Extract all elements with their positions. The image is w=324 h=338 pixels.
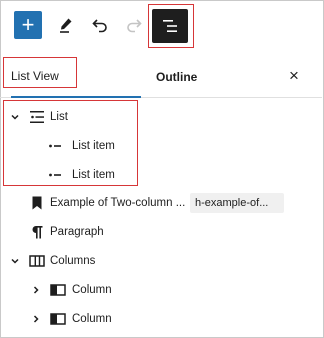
tree-row-paragraph[interactable]: Paragraph — [0, 218, 322, 246]
chevron-down-icon[interactable] — [8, 254, 22, 268]
tree-row-list-item[interactable]: List item — [0, 132, 322, 160]
chevron-right-icon[interactable] — [29, 312, 43, 326]
tree-row-column[interactable]: Column — [0, 276, 322, 304]
redo-icon — [127, 19, 142, 33]
redo-button[interactable] — [122, 13, 146, 37]
chevron-down-icon[interactable] — [8, 110, 22, 124]
list-icon — [27, 107, 47, 127]
anchor-badge: h-example-of... — [190, 193, 284, 213]
tree-row-label: List item — [72, 140, 115, 152]
tree-row-label: Column — [72, 313, 112, 325]
undo-button[interactable] — [88, 13, 112, 37]
tree-row-columns[interactable]: Columns — [0, 247, 322, 275]
close-button[interactable]: × — [284, 66, 304, 86]
tree-row-column[interactable]: Column — [0, 305, 322, 333]
anchor-badge-text: h-example-of... — [195, 197, 269, 209]
tab-outline-label: Outline — [156, 70, 198, 84]
column-icon — [48, 309, 68, 329]
close-icon: × — [289, 66, 299, 85]
list-view-icon — [163, 20, 177, 32]
tab-outline[interactable]: Outline — [156, 56, 197, 98]
add-block-button[interactable]: + — [14, 11, 42, 39]
tree-row-label: List — [50, 111, 68, 123]
list-item-icon — [45, 165, 65, 185]
list-view-button[interactable] — [152, 9, 188, 43]
tree-row-label: Paragraph — [50, 226, 104, 238]
tree-row-list[interactable]: List — [0, 103, 322, 131]
column-icon — [48, 280, 68, 300]
list-item-icon — [45, 136, 65, 156]
tree-row-label: Example of Two-column ... — [50, 197, 186, 209]
tab-list-view-highlight — [3, 57, 77, 88]
pilcrow-icon — [27, 222, 47, 242]
tree-row-label: Columns — [50, 255, 96, 267]
tree-row-label: List item — [72, 169, 115, 181]
chevron-right-icon[interactable] — [29, 283, 43, 297]
pencil-icon — [60, 18, 72, 33]
undo-icon — [92, 19, 107, 33]
tree-row-label: Column — [72, 284, 112, 296]
plus-icon: + — [21, 12, 35, 37]
columns-icon — [27, 251, 47, 271]
top-toolbar: + — [0, 0, 322, 56]
tools-button[interactable] — [54, 13, 78, 37]
tree-row-list-item[interactable]: List item — [0, 161, 322, 189]
bookmark-icon — [27, 193, 47, 213]
